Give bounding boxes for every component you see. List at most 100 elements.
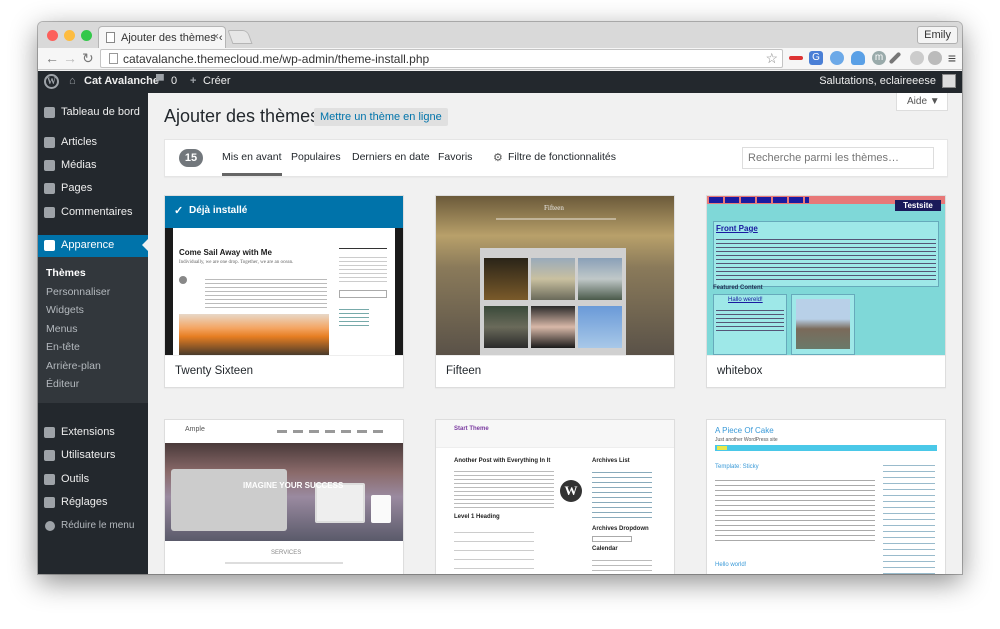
preview-text-lines xyxy=(715,476,875,544)
zoom-window-button[interactable] xyxy=(81,30,92,41)
preview-site-title: Testsite xyxy=(895,200,941,211)
sidebar-item-dashboard[interactable]: Tableau de bord xyxy=(38,103,148,123)
preview-nav xyxy=(496,218,616,220)
settings-icon xyxy=(44,497,55,508)
extension-dots-icon[interactable] xyxy=(789,56,803,60)
extension-icon[interactable] xyxy=(928,51,942,65)
preview-photo xyxy=(484,306,528,348)
theme-card-whitebox[interactable]: Testsite Front Page Featured Content Hal… xyxy=(706,195,946,388)
tab-favorites[interactable]: Favoris xyxy=(438,151,472,163)
dropper-extension-icon[interactable] xyxy=(888,51,902,65)
preview-section: Featured Content xyxy=(713,285,763,291)
browser-menu-icon[interactable]: ≡ xyxy=(948,50,956,66)
preview-sidebar xyxy=(883,460,935,574)
submenu-item-background[interactable]: Arrière-plan xyxy=(46,360,101,372)
preview-list xyxy=(454,524,534,574)
sidebar-item-articles[interactable]: Articles xyxy=(38,133,148,153)
forward-arrow-icon[interactable]: → xyxy=(63,50,77,66)
theme-screenshot[interactable]: A Piece Of Cake Just another WordPress s… xyxy=(707,420,945,574)
help-button[interactable]: Aide ▼ xyxy=(896,93,948,111)
preview-dropdown: Archives Dropdown xyxy=(592,526,649,532)
theme-filter-bar: 15 Mis en avant Populaires Derniers en d… xyxy=(164,139,948,177)
new-content-link[interactable]: Créer xyxy=(203,75,231,87)
preview-archives: Archives List xyxy=(592,458,630,464)
sidebar-item-tools[interactable]: Outils xyxy=(38,470,148,490)
theme-screenshot[interactable]: Ample IMAGINE YOUR SUCCESS SERVICES xyxy=(165,420,403,574)
theme-card-a-piece-of-cake[interactable]: A Piece Of Cake Just another WordPress s… xyxy=(706,419,946,574)
tools-icon xyxy=(44,474,55,485)
collapse-icon xyxy=(45,521,55,531)
account-greeting[interactable]: Salutations, eclaireeese xyxy=(819,75,936,87)
sidebar-item-users[interactable]: Utilisateurs xyxy=(38,446,148,466)
theme-name[interactable]: Twenty Sixteen xyxy=(175,365,253,377)
translate-extension-icon[interactable]: G xyxy=(809,51,823,65)
theme-screenshot[interactable]: Fifteen xyxy=(436,196,674,355)
comment-count[interactable]: 0 xyxy=(171,75,177,87)
installed-label: Déjà installé xyxy=(189,205,248,216)
minimize-window-button[interactable] xyxy=(64,30,75,41)
sidebar-item-media[interactable]: Médias xyxy=(38,156,148,176)
preview-banner: IMAGINE YOUR SUCCESS xyxy=(243,481,344,490)
upload-theme-button[interactable]: Mettre un thème en ligne xyxy=(314,108,448,126)
preview-post-title: Another Post with Everything In It xyxy=(454,458,551,464)
preview-post xyxy=(791,294,855,355)
sidebar-item-comments[interactable]: Commentaires xyxy=(38,203,148,223)
tab-featured[interactable]: Mis en avant xyxy=(222,151,282,176)
m-extension-icon[interactable]: m xyxy=(872,51,886,65)
tab-feature-filter[interactable]: Filtre de fonctionnalités xyxy=(508,151,616,163)
preview-text-lines xyxy=(205,276,327,308)
theme-screenshot[interactable]: Come Sail Away with Me Individually, we … xyxy=(165,196,403,355)
avatar[interactable] xyxy=(942,74,956,88)
preview-laptop xyxy=(171,469,287,531)
site-name-link[interactable]: Cat Avalanche xyxy=(84,75,159,87)
preview-search xyxy=(339,290,387,298)
preview-calendar-grid xyxy=(592,556,652,574)
tab-latest[interactable]: Derniers en date xyxy=(352,151,430,163)
reload-icon[interactable]: ↻ xyxy=(82,50,94,66)
comment-icon[interactable]: ▀ xyxy=(156,75,164,87)
theme-search-input[interactable] xyxy=(742,147,934,169)
new-tab-button[interactable] xyxy=(227,30,253,44)
profile-button[interactable]: Emily xyxy=(917,26,958,44)
theme-screenshot[interactable]: Start Theme Another Post with Everything… xyxy=(436,420,674,574)
camera-extension-icon[interactable] xyxy=(830,51,844,65)
bookmark-star-icon[interactable]: ☆ xyxy=(765,50,778,67)
submenu-item-themes[interactable]: Thèmes xyxy=(46,267,86,279)
preview-title: Ample xyxy=(185,426,205,433)
close-window-button[interactable] xyxy=(47,30,58,41)
appearance-submenu: Thèmes Personnaliser Widgets Menus En-tê… xyxy=(38,257,148,403)
preview-hero-image: IMAGINE YOUR SUCCESS xyxy=(165,443,403,541)
sidebar-item-label: Tableau de bord xyxy=(61,106,140,118)
theme-card-fifteen[interactable]: Fifteen Fifteen xyxy=(435,195,675,388)
preview-text-lines xyxy=(225,562,343,564)
theme-name[interactable]: Fifteen xyxy=(446,365,481,377)
theme-screenshot[interactable]: Testsite Front Page Featured Content Hal… xyxy=(707,196,945,355)
tab-close-icon[interactable]: × xyxy=(213,31,219,43)
sidebar-item-appearance[interactable]: Apparence xyxy=(38,235,148,257)
sidebar-item-settings[interactable]: Réglages xyxy=(38,493,148,513)
theme-card-twenty-sixteen[interactable]: Come Sail Away with Me Individually, we … xyxy=(164,195,404,388)
theme-card-start-theme[interactable]: Start Theme Another Post with Everything… xyxy=(435,419,675,574)
sidebar-item-label: Extensions xyxy=(61,426,115,438)
submenu-item-customize[interactable]: Personnaliser xyxy=(46,286,110,298)
sidebar-item-pages[interactable]: Pages xyxy=(38,179,148,199)
sidebar-item-plugins[interactable]: Extensions xyxy=(38,423,148,443)
address-bar[interactable]: catavalanche.themecloud.me/wp-admin/them… xyxy=(100,49,783,68)
back-arrow-icon[interactable]: ← xyxy=(45,50,59,66)
submenu-item-menus[interactable]: Menus xyxy=(46,323,78,335)
cloud-extension-icon[interactable] xyxy=(851,51,865,65)
collapse-menu-button[interactable]: Réduire le menu xyxy=(38,517,148,535)
tab-popular[interactable]: Populaires xyxy=(291,151,341,163)
home-icon: ⌂ xyxy=(69,75,76,87)
theme-name[interactable]: whitebox xyxy=(717,365,762,377)
wordpress-logo-icon: W xyxy=(560,480,582,502)
sidebar-item-label: Médias xyxy=(61,159,97,171)
browser-tab[interactable]: Ajouter des thèmes ‹ Cat Av × xyxy=(98,26,226,48)
preview-title: Fifteen xyxy=(544,204,564,212)
theme-card-ample[interactable]: Ample IMAGINE YOUR SUCCESS SERVICES xyxy=(164,419,404,574)
submenu-item-editor[interactable]: Éditeur xyxy=(46,378,79,390)
sync-extension-icon[interactable] xyxy=(910,51,924,65)
submenu-item-header[interactable]: En-tête xyxy=(46,341,80,353)
submenu-item-widgets[interactable]: Widgets xyxy=(46,304,84,316)
wordpress-logo-icon[interactable]: W xyxy=(44,74,59,89)
